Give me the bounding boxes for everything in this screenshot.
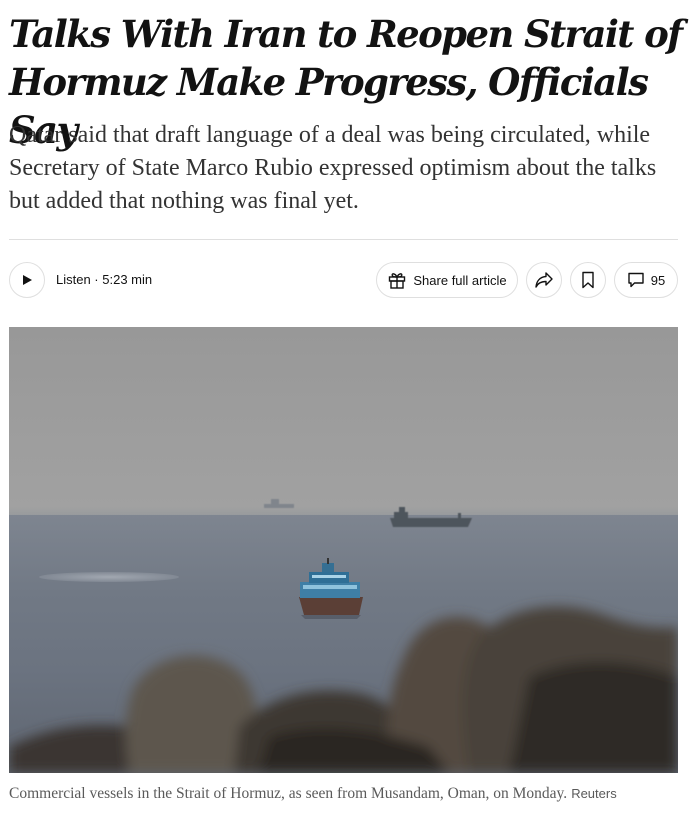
photo-scene bbox=[9, 499, 678, 773]
comments-button[interactable]: 95 bbox=[614, 262, 678, 298]
comment-bubble-icon bbox=[628, 272, 644, 288]
article-summary: Qatar said that draft language of a deal… bbox=[9, 122, 657, 214]
listen-label[interactable]: Listen · 5:23 min bbox=[56, 272, 152, 287]
share-button-label: Share full article bbox=[413, 272, 507, 288]
foreground-rocks bbox=[9, 606, 678, 773]
distant-ship-small bbox=[264, 499, 294, 508]
bookmark-icon bbox=[582, 271, 594, 289]
divider bbox=[9, 239, 678, 240]
share-full-article-button[interactable]: Share full article bbox=[376, 262, 518, 298]
tanker-ship bbox=[390, 507, 472, 527]
listen-play-button[interactable] bbox=[9, 262, 45, 298]
photo-credit: Reuters bbox=[571, 786, 617, 801]
caption-text: Commercial vessels in the Strait of Horm… bbox=[9, 785, 568, 802]
save-article-button[interactable] bbox=[570, 262, 606, 298]
article-photo bbox=[9, 327, 678, 773]
photo-caption: Commercial vessels in the Strait of Horm… bbox=[9, 783, 679, 805]
dhow-boat bbox=[299, 558, 363, 619]
article-toolbar: Listen · 5:23 min Share full article 95 bbox=[0, 260, 696, 300]
share-button[interactable] bbox=[526, 262, 562, 298]
share-arrow-icon bbox=[535, 272, 553, 288]
play-icon bbox=[23, 275, 32, 285]
gift-icon bbox=[389, 273, 406, 289]
comment-count: 95 bbox=[650, 272, 666, 288]
